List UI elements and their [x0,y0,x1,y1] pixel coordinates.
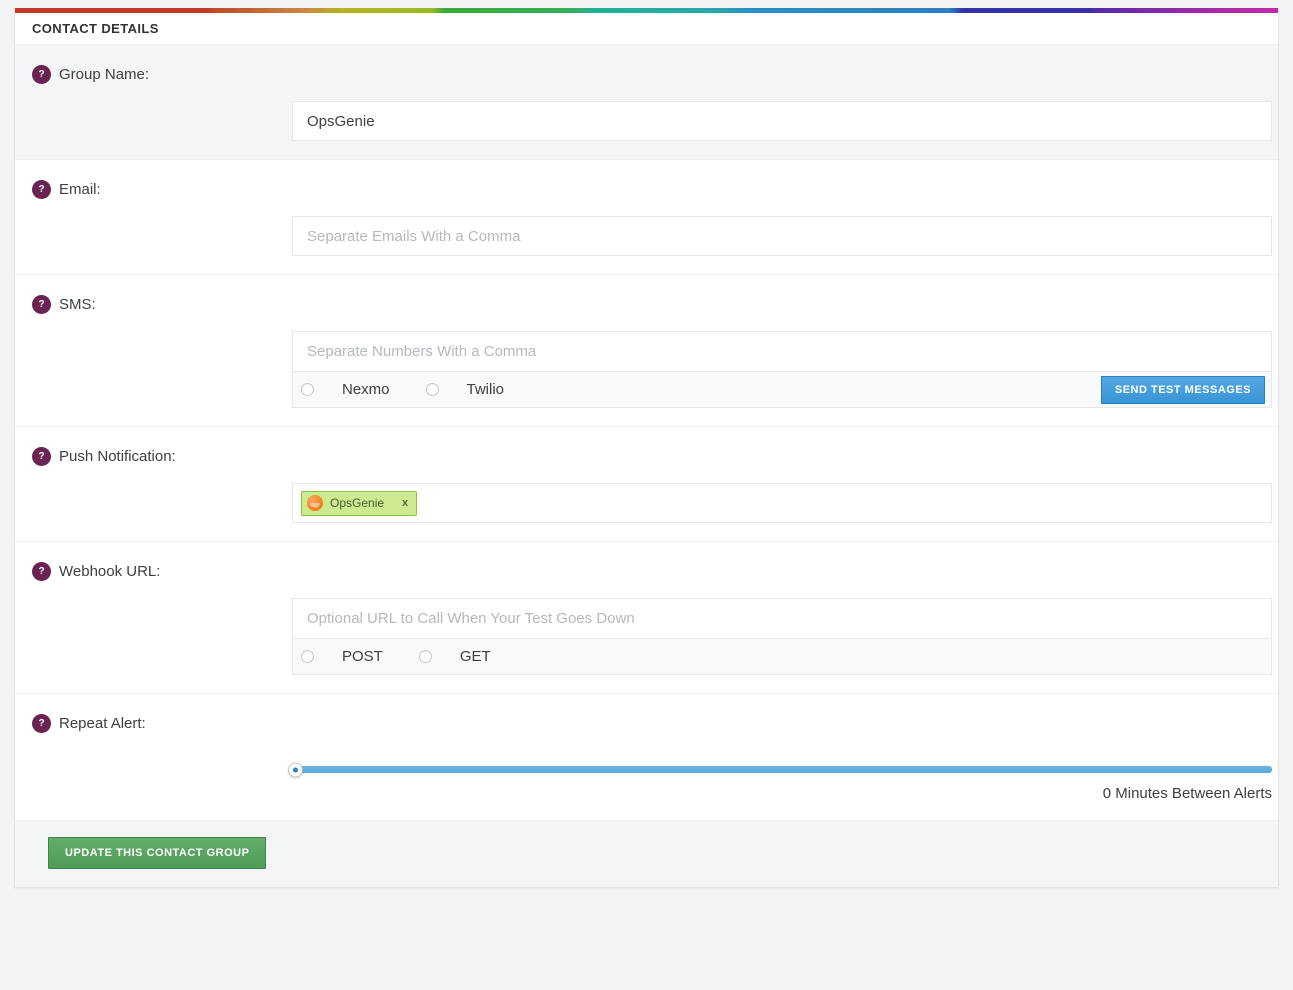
push-notification-label: Push Notification: [59,447,176,465]
repeat-alert-slider-wrap: 0 Minutes Between Alerts [288,736,1272,802]
webhook-method-get[interactable]: GET [418,648,521,665]
webhook-method-post[interactable]: POST [301,648,413,665]
opsgenie-logo-icon [307,495,323,511]
chip-opsgenie[interactable]: OpsGenie x [301,490,418,516]
row-push-notification: ? Push Notification: OpsGenie x [15,427,1278,542]
email-input[interactable] [292,216,1272,256]
push-notification-tag-box[interactable]: OpsGenie x [292,483,1272,523]
card-header: CONTACT DETAILS [15,13,1278,45]
email-label: Email: [59,180,101,198]
email-label-wrap: ? Email: [15,176,1278,202]
help-icon[interactable]: ? [32,179,51,199]
row-repeat-alert: ? Repeat Alert: 0 Minutes Between Alerts [15,694,1278,821]
radio-get[interactable] [418,650,432,663]
sms-provider-options: Nexmo Twilio SEND TEST MESSAGES [292,371,1272,408]
group-name-field-wrap [292,87,1272,141]
webhook-url-input[interactable] [292,598,1272,638]
email-field-wrap [292,202,1272,256]
sms-input[interactable] [292,331,1272,371]
sms-provider-nexmo[interactable]: Nexmo [301,381,420,398]
chip-opsgenie-label: OpsGenie [330,496,385,510]
radio-nexmo-label: Nexmo [342,381,390,398]
send-test-messages-button[interactable]: SEND TEST MESSAGES [1100,375,1265,404]
sms-field-wrap: Nexmo Twilio SEND TEST MESSAGES [292,317,1272,408]
help-icon[interactable]: ? [32,64,51,84]
radio-get-label: GET [459,648,491,665]
repeat-alert-label-wrap: ? Repeat Alert: [15,710,1278,736]
radio-post-label: POST [342,648,383,665]
webhook-method-options: POST GET [292,638,1272,675]
push-notification-label-wrap: ? Push Notification: [15,443,1278,469]
row-group-name: ? Group Name: [15,45,1278,160]
row-email: ? Email: [15,160,1278,275]
radio-twilio[interactable] [425,383,439,396]
page-container: CONTACT DETAILS ? Group Name: ? Email: [0,0,1293,990]
sms-provider-twilio[interactable]: Twilio [425,381,535,398]
help-icon[interactable]: ? [32,446,51,466]
help-icon[interactable]: ? [32,294,51,314]
repeat-alert-slider-handle[interactable] [288,762,303,777]
repeat-alert-caption: 0 Minutes Between Alerts [1102,785,1272,802]
radio-twilio-label: Twilio [466,381,505,398]
card-footer: UPDATE THIS CONTACT GROUP [15,821,1278,887]
sms-label-wrap: ? SMS: [15,291,1278,317]
webhook-url-label-wrap: ? Webhook URL: [15,558,1278,584]
update-contact-group-button[interactable]: UPDATE THIS CONTACT GROUP [48,837,267,869]
radio-post[interactable] [301,650,314,663]
sms-label: SMS: [59,295,96,313]
group-name-label: Group Name: [59,65,150,83]
row-sms: ? SMS: Nexmo Twilio SEND TEST MESSAGES [15,275,1278,427]
contact-details-card: CONTACT DETAILS ? Group Name: ? Email: [14,8,1279,888]
radio-nexmo[interactable] [301,383,314,396]
group-name-input[interactable] [292,101,1272,141]
page-title: CONTACT DETAILS [32,21,159,36]
repeat-alert-slider-track[interactable] [288,762,1272,777]
repeat-alert-label: Repeat Alert: [59,714,146,732]
help-icon[interactable]: ? [32,561,51,581]
webhook-url-field-wrap: POST GET [292,584,1272,675]
push-notification-field-wrap: OpsGenie x [292,469,1272,523]
group-name-label-wrap: ? Group Name: [15,61,1278,87]
row-webhook-url: ? Webhook URL: POST GET [15,542,1278,694]
chip-remove-icon[interactable]: x [402,497,408,509]
help-icon[interactable]: ? [32,713,51,733]
webhook-url-label: Webhook URL: [59,562,161,580]
